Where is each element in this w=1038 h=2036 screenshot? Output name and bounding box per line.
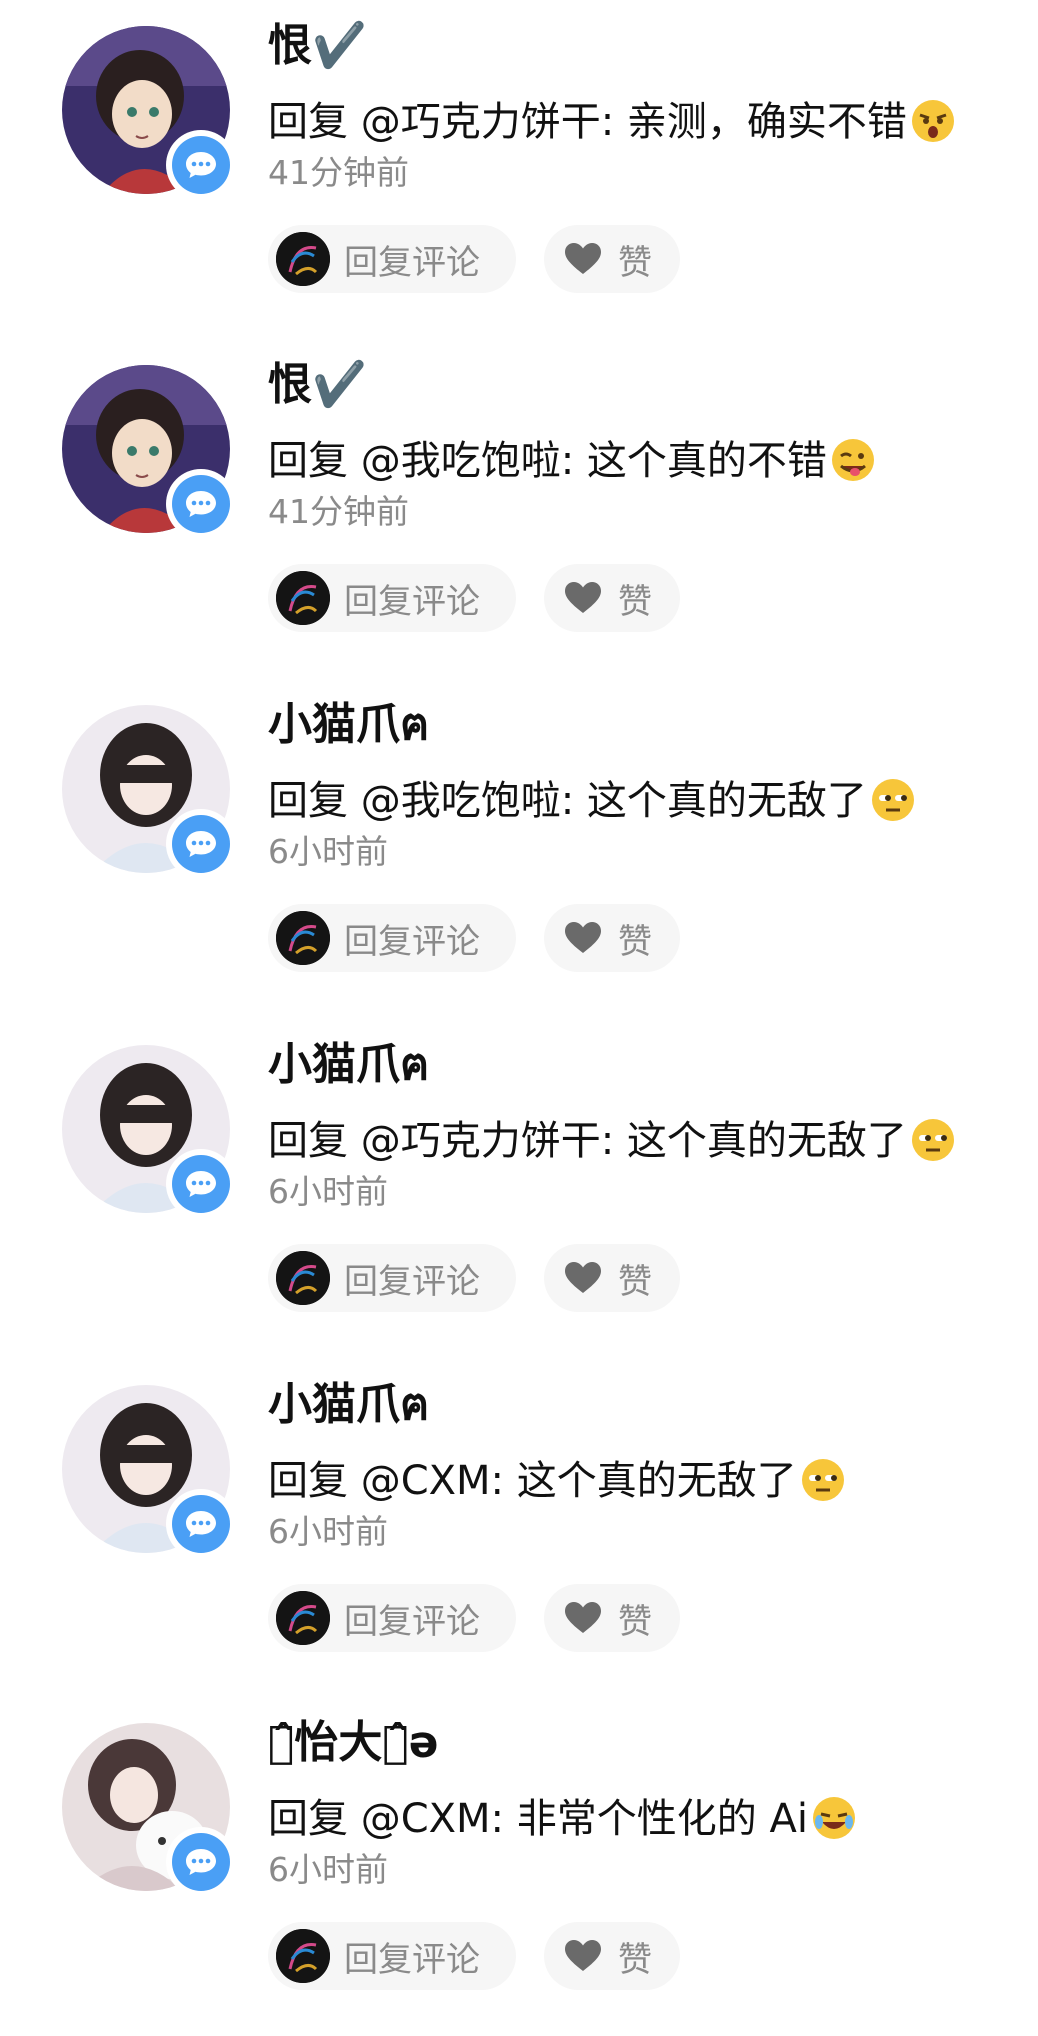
reply-content: 回复 @CXM: 非常个性化的 Ai xyxy=(268,1796,808,1842)
heart-icon xyxy=(564,1939,602,1973)
timestamp: 41分钟前 xyxy=(268,492,409,531)
like-button[interactable]: 赞 xyxy=(544,564,680,632)
timestamp: 6小时前 xyxy=(268,832,388,871)
user-name[interactable]: 小猫爪ฅ xyxy=(268,1377,429,1433)
avatar-wrap xyxy=(62,705,236,879)
heart-icon xyxy=(564,242,602,276)
reply-text: 回复 @CXM: 这个真的无敌了 xyxy=(268,1453,845,1509)
reply-text: 回复 @我吃饱啦: 这个真的无敌了 xyxy=(268,773,915,829)
chat-bubble-icon xyxy=(172,475,230,533)
heart-icon xyxy=(564,921,602,955)
like-label: 赞 xyxy=(618,242,652,283)
avatar-wrap xyxy=(62,1045,236,1219)
reply-text: 回复 @巧克力饼干: 这个真的无敌了 xyxy=(268,1113,955,1169)
like-button[interactable]: 赞 xyxy=(544,225,680,293)
timestamp: 6小时前 xyxy=(268,1172,388,1211)
comment-item: 小猫爪ฅ 回复 @我吃饱啦: 这个真的无敌了 6小时前回复评论 赞 xyxy=(0,679,1038,1018)
reply-content: 回复 @CXM: 这个真的无敌了 xyxy=(268,1458,797,1504)
chat-bubble-icon xyxy=(172,136,230,194)
winking-tongue-face-emoji-icon xyxy=(827,438,875,484)
comment-item: 小猫爪ฅ 回复 @巧克力饼干: 这个真的无敌了 6小时前回复评论 赞 xyxy=(0,1019,1038,1358)
like-label: 赞 xyxy=(618,581,652,622)
reply-comment-label: 回复评论 xyxy=(344,1601,480,1642)
reply-content: 回复 @巧克力饼干: 亲测，确实不错 xyxy=(268,99,907,145)
user-name[interactable]: 小猫爪ฅ xyxy=(268,1037,429,1093)
avatar-wrap xyxy=(62,365,236,539)
comment-item: 恨✔️ 回复 @我吃饱啦: 这个真的不错 41分钟前回复评论 赞 xyxy=(0,339,1038,678)
message-badge[interactable] xyxy=(166,1489,236,1559)
like-label: 赞 xyxy=(618,1601,652,1642)
reply-comment-label: 回复评论 xyxy=(344,242,480,283)
user-name[interactable]: 恨✔️ xyxy=(268,357,367,413)
heart-icon xyxy=(564,581,602,615)
message-badge[interactable] xyxy=(166,809,236,879)
user-name[interactable]: 小̂怡大主̂ə xyxy=(268,1715,439,1771)
message-badge[interactable] xyxy=(166,1149,236,1219)
avatar-wrap xyxy=(62,1385,236,1559)
heart-icon xyxy=(564,1261,602,1295)
reply-comment-label: 回复评论 xyxy=(344,581,480,622)
reply-comment-button[interactable]: 回复评论 xyxy=(268,1584,516,1652)
shocked-face-emoji-icon xyxy=(907,99,955,145)
like-label: 赞 xyxy=(618,921,652,962)
comment-list: 恨✔️ 回复 @巧克力饼干: 亲测，确实不错 41分钟前 回复评论赞恨✔️ 回复 @我吃… xyxy=(0,0,1038,2004)
like-button[interactable]: 赞 xyxy=(544,1922,680,1990)
like-button[interactable]: 赞 xyxy=(544,1244,680,1312)
comment-item: 小̂怡大主̂ə 回复 @CXM: 非常个性化的 Ai 6小时前回复评论 赞 xyxy=(0,1697,1038,2036)
like-label: 赞 xyxy=(618,1261,652,1302)
avatar-wrap xyxy=(62,26,236,200)
chat-bubble-icon xyxy=(172,815,230,873)
unamused-face-emoji-icon xyxy=(867,778,915,824)
user-name[interactable]: 小猫爪ฅ xyxy=(268,697,429,753)
heart-icon xyxy=(564,1601,602,1635)
tears-of-joy-face-emoji-icon xyxy=(808,1796,856,1842)
user-name[interactable]: 恨✔️ xyxy=(268,18,367,74)
reply-comment-button[interactable]: 回复评论 xyxy=(268,1244,516,1312)
reply-comment-button[interactable]: 回复评论 xyxy=(268,225,516,293)
reply-comment-label: 回复评论 xyxy=(344,921,480,962)
dark-avatar-icon xyxy=(276,1929,330,1983)
reply-text: 回复 @CXM: 非常个性化的 Ai xyxy=(268,1791,856,1847)
reply-content: 回复 @巧克力饼干: 这个真的无敌了 xyxy=(268,1118,907,1164)
chat-bubble-icon xyxy=(172,1155,230,1213)
message-badge[interactable] xyxy=(166,1827,236,1897)
timestamp: 41分钟前 xyxy=(268,153,409,192)
timestamp: 6小时前 xyxy=(268,1850,388,1889)
dark-avatar-icon xyxy=(276,1591,330,1645)
reply-comment-label: 回复评论 xyxy=(344,1261,480,1302)
dark-avatar-icon xyxy=(276,1251,330,1305)
like-button[interactable]: 赞 xyxy=(544,1584,680,1652)
unamused-face-emoji-icon xyxy=(907,1118,955,1164)
reply-content: 回复 @我吃饱啦: 这个真的不错 xyxy=(268,438,827,484)
comment-item: 恨✔️ 回复 @巧克力饼干: 亲测，确实不错 41分钟前回复评论 赞 xyxy=(0,0,1038,339)
message-badge[interactable] xyxy=(166,130,236,200)
reply-comment-button[interactable]: 回复评论 xyxy=(268,904,516,972)
comment-item: 小猫爪ฅ 回复 @CXM: 这个真的无敌了 6小时前回复评论 赞 xyxy=(0,1359,1038,1698)
avatar-wrap xyxy=(62,1723,236,1897)
message-badge[interactable] xyxy=(166,469,236,539)
reply-comment-button[interactable]: 回复评论 xyxy=(268,564,516,632)
reply-comment-button[interactable]: 回复评论 xyxy=(268,1922,516,1990)
reply-comment-label: 回复评论 xyxy=(344,1939,480,1980)
chat-bubble-icon xyxy=(172,1833,230,1891)
reply-content: 回复 @我吃饱啦: 这个真的无敌了 xyxy=(268,778,867,824)
dark-avatar-icon xyxy=(276,911,330,965)
dark-avatar-icon xyxy=(276,232,330,286)
dark-avatar-icon xyxy=(276,571,330,625)
like-label: 赞 xyxy=(618,1939,652,1980)
like-button[interactable]: 赞 xyxy=(544,904,680,972)
unamused-face-emoji-icon xyxy=(797,1458,845,1504)
reply-text: 回复 @我吃饱啦: 这个真的不错 xyxy=(268,433,875,489)
chat-bubble-icon xyxy=(172,1495,230,1553)
timestamp: 6小时前 xyxy=(268,1512,388,1551)
reply-text: 回复 @巧克力饼干: 亲测，确实不错 xyxy=(268,94,955,150)
